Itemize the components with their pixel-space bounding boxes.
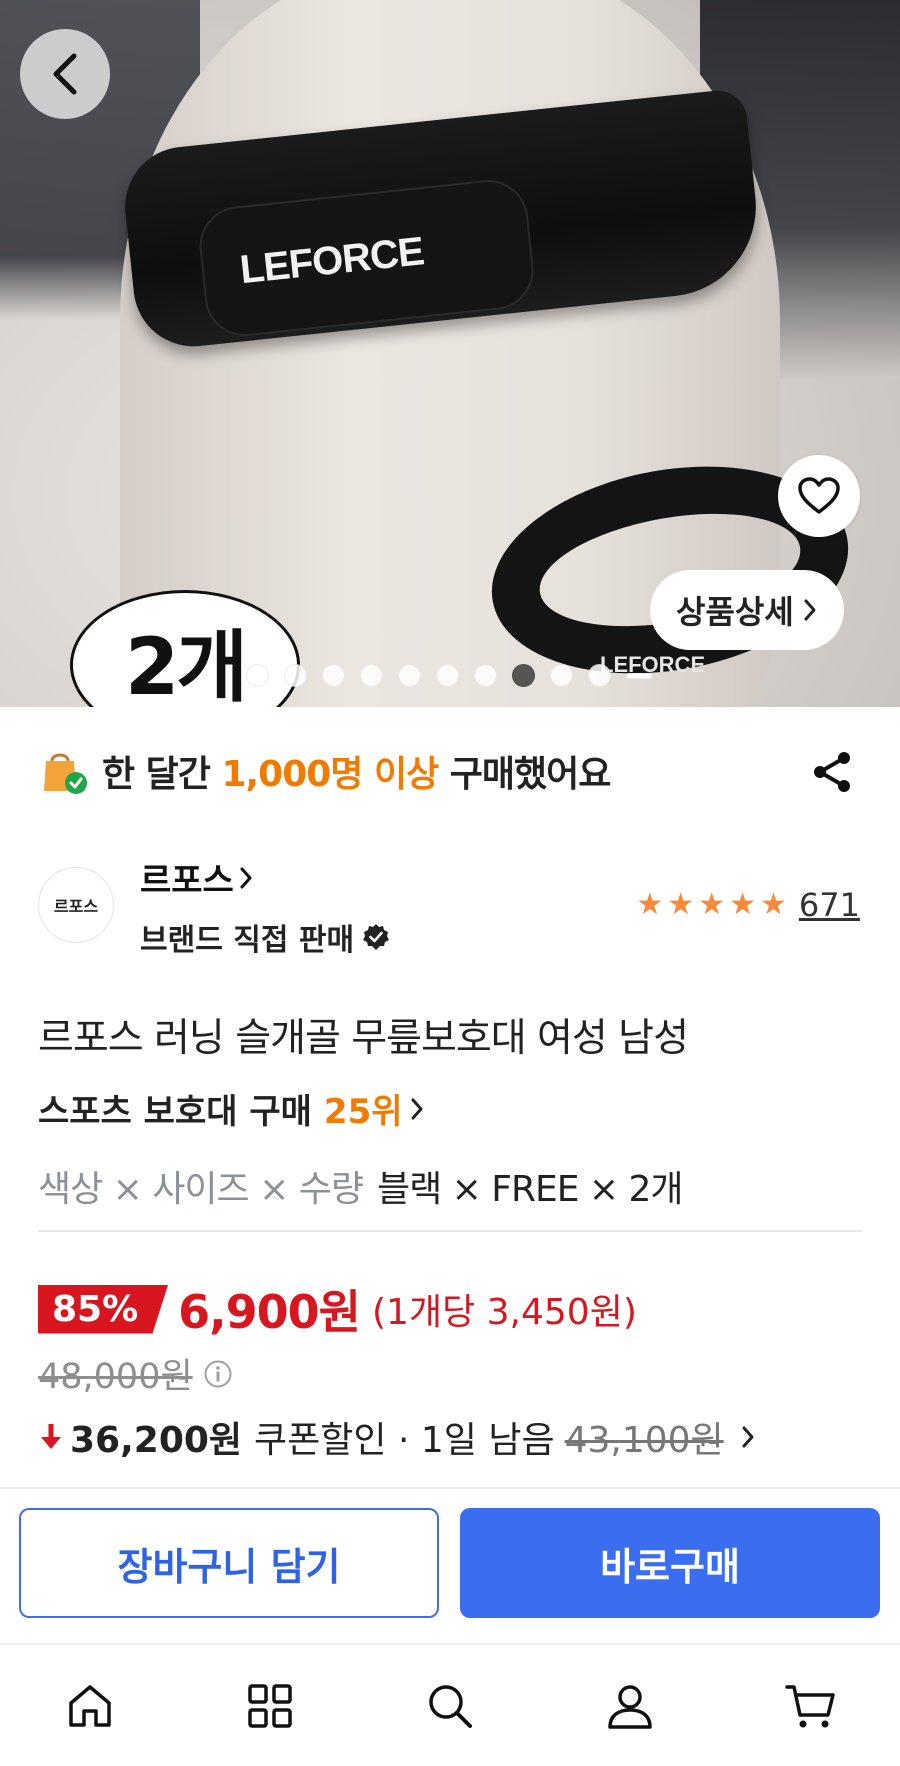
category-rank-link[interactable]: 스포츠 보호대 구매 25위 [38, 1084, 425, 1133]
coupon-price-row[interactable]: 36,200원 쿠폰할인 · 1일 남음 43,100원 [38, 1411, 756, 1463]
info-icon[interactable] [203, 1359, 233, 1389]
rank-category: 스포츠 보호대 구매 [38, 1092, 312, 1132]
carousel-dot[interactable] [588, 664, 611, 687]
banner-suffix: 구매했어요 [438, 754, 612, 795]
add-to-cart-button[interactable]: 장바구니 담기 [19, 1508, 439, 1618]
star-icon: ★ [667, 887, 695, 922]
brand-direct-label: 브랜드 직접 판매 [140, 923, 355, 958]
carousel-more-indicator [626, 672, 652, 679]
brand-logo-print: LEFORCE [237, 229, 426, 293]
product-detail-label: 상품상세 [676, 593, 794, 631]
discount-badge: 85% [38, 1284, 169, 1334]
carousel-dot[interactable] [322, 664, 345, 687]
my-page-icon [608, 1684, 652, 1729]
chevron-right-icon [742, 1426, 754, 1448]
sale-price: 6,900원 [178, 1285, 361, 1339]
rank-value: 25위 [323, 1092, 403, 1132]
chevron-right-icon [411, 1098, 423, 1119]
chevron-right-icon [804, 599, 816, 621]
heart-icon [798, 477, 840, 514]
star-icon: ★ [760, 887, 787, 922]
nav-search[interactable] [405, 1661, 495, 1751]
divider [38, 1230, 862, 1232]
seller-name-link[interactable]: 르포스 [140, 853, 254, 902]
category-icon [248, 1683, 292, 1728]
purchase-count-banner: 한 달간 1,000명 이상 구매했어요 [40, 736, 860, 806]
nav-cart[interactable] [765, 1661, 855, 1751]
nav-category[interactable] [225, 1661, 315, 1751]
purchase-count-text: 한 달간 1,000명 이상 구매했어요 [102, 745, 612, 797]
product-title: 르포스 러닝 슬개골 무릎보호대 여성 남성 [38, 1016, 689, 1061]
selected-option[interactable]: 색상 × 사이즈 × 수량 블랙 × FREE × 2개 [38, 1160, 684, 1212]
carousel-dot[interactable] [436, 664, 459, 687]
seller-subtitle: 브랜드 직접 판매 [140, 915, 390, 959]
carousel-dot[interactable] [550, 664, 573, 687]
chevron-right-icon [240, 867, 252, 888]
wishlist-button[interactable] [778, 455, 860, 537]
seller-name: 르포스 [140, 861, 234, 901]
coupon-price: 36,200원 [70, 1420, 243, 1461]
carousel-dot[interactable] [246, 664, 269, 687]
carousel-dot[interactable] [474, 664, 497, 687]
verified-badge-icon [363, 924, 390, 950]
buy-now-button[interactable]: 바로구매 [460, 1508, 880, 1618]
section-separator [0, 1487, 900, 1489]
carousel-dot[interactable] [360, 664, 383, 687]
banner-prefix: 한 달간 [102, 754, 222, 795]
coupon-original-price: 43,100원 [564, 1420, 724, 1461]
carousel-dot[interactable] [284, 664, 307, 687]
review-count-link[interactable]: 671 [799, 886, 860, 924]
price-row: 85% 6,900원 (1개당 3,450원) [38, 1276, 637, 1342]
product-detail-button[interactable]: 상품상세 [650, 570, 844, 650]
search-icon [429, 1684, 472, 1728]
rating[interactable]: ★ ★ ★ ★ ★ 671 [636, 886, 860, 924]
nav-my-page[interactable] [585, 1661, 675, 1751]
product-image-carousel[interactable]: LEFORCE LEFORCE 2개 상품상세 [0, 0, 900, 707]
share-icon [814, 752, 850, 792]
option-label: 색상 × 사이즈 × 수량 [38, 1169, 364, 1210]
strap-tab: LEFORCE [195, 176, 538, 340]
option-value: 블랙 × FREE × 2개 [376, 1169, 684, 1210]
cart-icon [785, 1684, 835, 1727]
unit-price: (1개당 3,450원) [372, 1292, 637, 1333]
star-icon: ★ [729, 887, 757, 922]
shopping-bag-check-icon [40, 747, 88, 795]
chevron-left-icon [53, 53, 77, 95]
seller-logo[interactable]: 르포스 [38, 867, 114, 943]
coupon-text: 쿠폰할인 · 1일 남음 [254, 1420, 555, 1461]
home-icon [69, 1684, 111, 1727]
bottom-navigation [0, 1643, 900, 1766]
share-button[interactable] [804, 744, 860, 800]
banner-highlight: 1,000명 이상 [221, 754, 439, 795]
carousel-dot[interactable] [398, 664, 421, 687]
nav-home[interactable] [45, 1661, 135, 1751]
carousel-indicator [246, 664, 652, 687]
star-icon: ★ [698, 887, 726, 922]
original-price: 48,000원 [38, 1357, 193, 1397]
back-button[interactable] [20, 29, 110, 119]
star-icon: ★ [636, 887, 664, 922]
carousel-dot-active[interactable] [512, 664, 535, 687]
original-price-row: 48,000원 [38, 1348, 233, 1399]
arrow-down-icon [41, 1424, 61, 1449]
